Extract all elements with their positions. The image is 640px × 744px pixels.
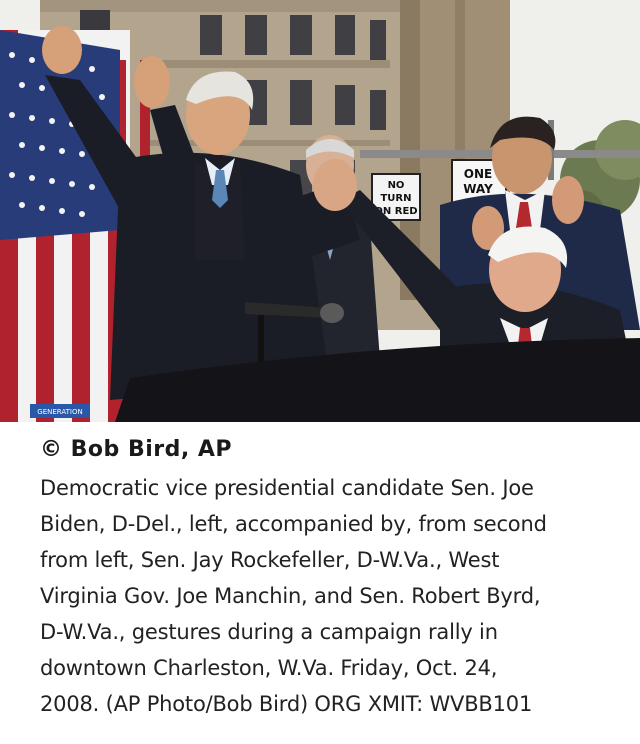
- news-photo: NO TURN ON RED ONE WAY GENERATION: [0, 0, 640, 422]
- caption-line: Virginia Gov. Joe Manchin, and Sen. Robe…: [40, 584, 541, 608]
- sign-line-1: NO: [388, 180, 405, 191]
- photo-credit: © Bob Bird, AP: [40, 437, 233, 462]
- sign-one: ONE: [464, 167, 492, 181]
- caption-line: D-W.Va., gestures during a campaign rall…: [40, 620, 498, 644]
- generation-banner: GENERATION: [30, 404, 90, 418]
- photo-caption: Democratic vice presidential candidate S…: [40, 470, 620, 722]
- sign-way: WAY: [463, 182, 493, 196]
- caption-line: from left, Sen. Jay Rockefeller, D-W.Va.…: [40, 548, 500, 572]
- caption-line: 2008. (AP Photo/Bob Bird) ORG XMIT: WVBB…: [40, 692, 533, 716]
- banner-text: GENERATION: [37, 408, 82, 416]
- sign-line-2: TURN: [380, 193, 411, 204]
- caption-block: © Bob Bird, AP Democratic vice president…: [40, 432, 620, 722]
- caption-line: downtown Charleston, W.Va. Friday, Oct. …: [40, 656, 498, 680]
- caption-line: Democratic vice presidential candidate S…: [40, 476, 534, 500]
- caption-line: Biden, D-Del., left, accompanied by, fro…: [40, 512, 547, 536]
